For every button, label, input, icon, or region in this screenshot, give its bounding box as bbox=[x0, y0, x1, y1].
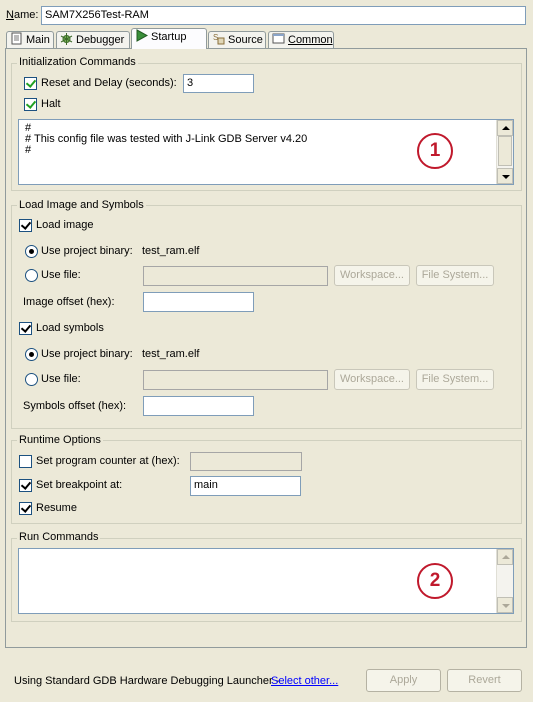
scroll-up-button[interactable] bbox=[497, 120, 513, 136]
name-field[interactable]: SAM7X256Test-RAM bbox=[41, 6, 526, 25]
source-icon: S bbox=[213, 33, 225, 45]
set-bp-checkbox[interactable] bbox=[19, 479, 32, 492]
runtime-options-title: Runtime Options bbox=[17, 434, 103, 447]
resume-checkbox[interactable] bbox=[19, 502, 32, 515]
load-symbols-checkbox[interactable] bbox=[19, 322, 32, 335]
load-image-checkbox[interactable] bbox=[19, 219, 32, 232]
symbols-file-label: Use file: bbox=[41, 373, 81, 385]
image-project-label: Use project binary: bbox=[41, 245, 133, 257]
load-image-title: Load Image and Symbols bbox=[17, 199, 146, 212]
bug-icon bbox=[60, 33, 73, 45]
tab-source[interactable]: S Source bbox=[208, 31, 266, 48]
run-commands-scrollbar[interactable] bbox=[496, 549, 513, 613]
symbols-file-radio[interactable] bbox=[25, 373, 38, 386]
symbols-offset-label: Symbols offset (hex): bbox=[23, 400, 127, 412]
image-project-value: test_ram.elf bbox=[142, 245, 200, 257]
symbols-project-value: test_ram.elf bbox=[142, 348, 200, 360]
set-pc-checkbox[interactable] bbox=[19, 455, 32, 468]
tab-main-label: Main bbox=[26, 34, 50, 46]
run-scroll-down-button[interactable] bbox=[497, 597, 513, 613]
tab-source-label: Source bbox=[228, 34, 263, 46]
set-pc-label: Set program counter at (hex): bbox=[36, 455, 180, 467]
image-offset-label: Image offset (hex): bbox=[23, 296, 115, 308]
tab-common[interactable]: Common bbox=[268, 31, 334, 48]
symbols-workspace-button[interactable]: Workspace... bbox=[334, 369, 410, 390]
resume-label: Resume bbox=[36, 502, 77, 514]
image-file-label: Use file: bbox=[41, 269, 81, 281]
scroll-thumb[interactable] bbox=[498, 136, 512, 166]
name-mnemonic: N bbox=[6, 9, 14, 21]
set-bp-field[interactable]: main bbox=[190, 476, 301, 496]
window-icon bbox=[272, 33, 285, 44]
set-bp-label: Set breakpoint at: bbox=[36, 479, 123, 491]
reset-checkbox[interactable] bbox=[24, 77, 37, 90]
symbols-project-radio[interactable] bbox=[25, 348, 38, 361]
tab-startup-label: Startup bbox=[151, 31, 187, 43]
image-project-radio[interactable] bbox=[25, 245, 38, 258]
symbols-project-label: Use project binary: bbox=[41, 348, 133, 360]
image-filesystem-button[interactable]: File System... bbox=[416, 265, 494, 286]
halt-checkbox[interactable] bbox=[24, 98, 37, 111]
select-other-link[interactable]: Select other... bbox=[271, 674, 338, 688]
name-label-rest: ame: bbox=[13, 9, 39, 21]
load-symbols-label: Load symbols bbox=[36, 322, 104, 334]
name-label: Name: bbox=[6, 8, 38, 22]
set-pc-field[interactable] bbox=[190, 452, 302, 471]
image-file-field[interactable] bbox=[143, 266, 328, 286]
image-workspace-button[interactable]: Workspace... bbox=[334, 265, 410, 286]
revert-button[interactable]: Revert bbox=[447, 669, 522, 692]
tab-debugger[interactable]: Debugger bbox=[56, 31, 130, 48]
init-commands-title: Initialization Commands bbox=[17, 56, 138, 69]
delay-field[interactable]: 3 bbox=[183, 74, 254, 93]
symbols-file-field[interactable] bbox=[143, 370, 328, 390]
tab-debugger-label: Debugger bbox=[76, 34, 125, 46]
callout-two: 2 bbox=[417, 563, 453, 599]
page-icon bbox=[11, 32, 22, 45]
run-scroll-up-button[interactable] bbox=[497, 549, 513, 565]
image-file-radio[interactable] bbox=[25, 269, 38, 282]
init-commands-scrollbar[interactable] bbox=[496, 120, 513, 184]
halt-label: Halt bbox=[41, 98, 61, 110]
image-offset-field[interactable] bbox=[143, 292, 254, 312]
tab-startup[interactable]: Startup bbox=[131, 28, 207, 49]
callout-one: 1 bbox=[417, 133, 453, 169]
symbols-offset-field[interactable] bbox=[143, 396, 254, 416]
run-commands-text bbox=[19, 549, 513, 555]
load-image-label: Load image bbox=[36, 219, 94, 231]
play-icon bbox=[136, 29, 148, 42]
scroll-down-button[interactable] bbox=[497, 168, 513, 184]
symbols-filesystem-button[interactable]: File System... bbox=[416, 369, 494, 390]
tab-main[interactable]: Main bbox=[6, 31, 54, 48]
apply-button[interactable]: Apply bbox=[366, 669, 441, 692]
tab-common-label: Common bbox=[288, 34, 333, 46]
reset-label: Reset and Delay (seconds): bbox=[41, 77, 177, 89]
launcher-text: Using Standard GDB Hardware Debugging La… bbox=[14, 675, 280, 687]
run-commands-title: Run Commands bbox=[17, 531, 101, 544]
load-image-group bbox=[11, 205, 522, 429]
